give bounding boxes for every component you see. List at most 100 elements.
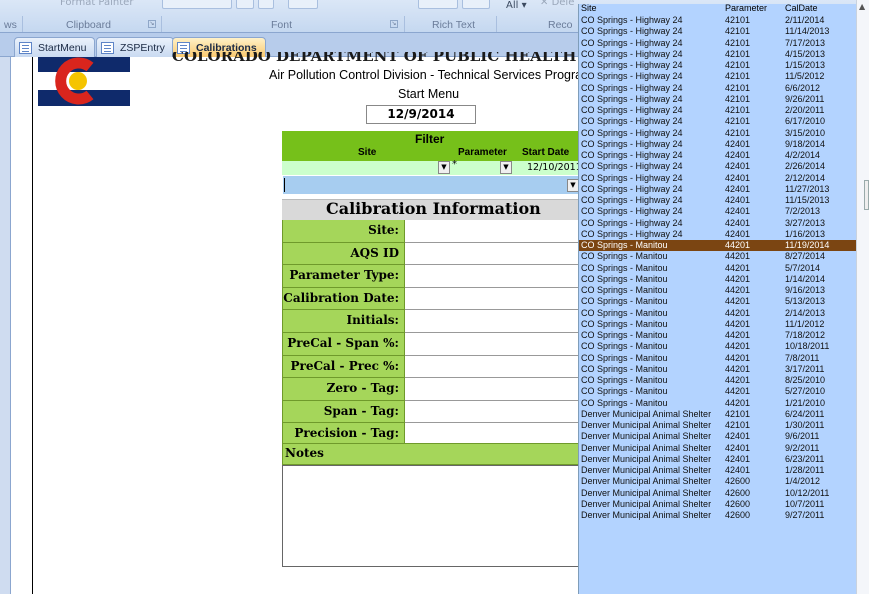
dropdown-row[interactable]: CO Springs - Manitou 44201 5/27/2010: [579, 386, 856, 397]
font-btn-ghost: [288, 0, 318, 9]
dropdown-row[interactable]: CO Springs - Manitou 44201 7/18/2012: [579, 330, 856, 341]
dropdown-row[interactable]: CO Springs - Highway 24 42101 6/17/2010: [579, 116, 856, 127]
dropdown-cell-parameter: 44201: [725, 363, 751, 374]
parameter-filter-value[interactable]: *: [452, 159, 457, 170]
vertical-scrollbar[interactable]: ▲: [856, 0, 869, 594]
start-date-filter-value[interactable]: 12/10/2011: [527, 162, 582, 173]
tab-zspentry[interactable]: ZSPEntry: [96, 37, 174, 57]
dropdown-row[interactable]: CO Springs - Highway 24 42401 1/16/2013: [579, 229, 856, 240]
scroll-up-arrow-icon[interactable]: ▲: [859, 2, 865, 11]
dropdown-cell-site: CO Springs - Highway 24: [581, 105, 683, 115]
clipboard-launcher-icon[interactable]: ↘: [148, 20, 156, 28]
dropdown-cell-parameter: 42401: [725, 442, 751, 453]
group-separator: [22, 16, 23, 32]
dropdown-cell-parameter: 42401: [725, 431, 751, 442]
dropdown-row[interactable]: CO Springs - Highway 24 42401 11/27/2013: [579, 184, 856, 195]
dropdown-row[interactable]: CO Springs - Highway 24 42401 2/26/2014: [579, 161, 856, 172]
dropdown-row[interactable]: Denver Municipal Animal Shelter 42401 9/6/…: [579, 431, 856, 442]
dropdown-header: Site Parameter CalDate: [579, 4, 856, 15]
record-dropdown-list[interactable]: Site Parameter CalDate CO Springs - High…: [578, 4, 856, 594]
dropdown-row[interactable]: CO Springs - Highway 24 42101 11/5/2012: [579, 71, 856, 82]
span-tag-field[interactable]: [405, 400, 582, 424]
dropdown-cell-site: Denver Municipal Animal Shelter: [581, 487, 712, 498]
dropdown-row[interactable]: CO Springs - Manitou 44201 7/8/2011: [579, 353, 856, 364]
dropdown-row[interactable]: CO Springs - Highway 24 42401 11/15/2013: [579, 195, 856, 206]
dropdown-cell-caldate: 5/13/2013: [785, 296, 826, 307]
delete-x-icon: ✕: [540, 0, 552, 8]
dropdown-cell-parameter: 42101: [725, 48, 751, 59]
navigation-pane-edge[interactable]: [0, 57, 11, 594]
dropdown-row[interactable]: Denver Municipal Animal Shelter 42401 6/23…: [579, 454, 856, 465]
all-dropdown[interactable]: All ▾: [506, 0, 527, 11]
field-row-calibration-date: Calibration Date:: [282, 287, 582, 311]
dropdown-row[interactable]: CO Springs - Highway 24 42401 3/27/2013: [579, 218, 856, 229]
richtext-btn-ghost: [418, 0, 458, 9]
initials-field[interactable]: [405, 310, 582, 333]
dropdown-row[interactable]: Denver Municipal Animal Shelter 42600 9/27…: [579, 510, 856, 521]
dropdown-row[interactable]: Denver Municipal Animal Shelter 42600 1/4/…: [579, 476, 856, 487]
dropdown-cell-parameter: 44201: [725, 352, 751, 363]
dropdown-cell-caldate: 2/11/2014: [785, 15, 825, 25]
precal-span-field[interactable]: [405, 332, 582, 356]
delete-button[interactable]: ✕ Dele: [540, 0, 574, 8]
dropdown-row[interactable]: CO Springs - Manitou 44201 3/17/2011: [579, 364, 856, 375]
field-label: Calibration Date:: [282, 287, 405, 311]
dropdown-row[interactable]: CO Springs - Manitou 44201 8/27/2014: [579, 251, 856, 262]
dropdown-row[interactable]: CO Springs - Manitou 44201 8/25/2010: [579, 375, 856, 386]
dropdown-row[interactable]: CO Springs - Highway 24 42401 2/12/2014: [579, 173, 856, 184]
text-cursor: [284, 178, 285, 192]
dropdown-row[interactable]: CO Springs - Highway 24 42101 2/11/2014: [579, 15, 856, 26]
dropdown-row[interactable]: CO Springs - Highway 24 42101 2/20/2011: [579, 105, 856, 116]
parameter-filter-dropdown-icon[interactable]: ▼: [500, 161, 512, 174]
dropdown-row[interactable]: Denver Municipal Animal Shelter 42101 6/24…: [579, 409, 856, 420]
dropdown-row[interactable]: CO Springs - Manitou 44201 5/13/2013: [579, 296, 856, 307]
dropdown-cell-site: CO Springs - Highway 24: [581, 127, 683, 138]
dropdown-row[interactable]: CO Springs - Manitou 44201 1/21/2010: [579, 398, 856, 409]
dropdown-row[interactable]: Denver Municipal Animal Shelter 42401 9/2/…: [579, 443, 856, 454]
field-row-precal-span: PreCal - Span %:: [282, 332, 582, 356]
precal-prec-field[interactable]: [405, 355, 582, 379]
dropdown-row[interactable]: CO Springs - Highway 24 42101 3/15/2010: [579, 128, 856, 139]
dropdown-row[interactable]: CO Springs - Highway 24 42101 4/15/2013: [579, 49, 856, 60]
site-filter-dropdown-icon[interactable]: ▼: [438, 161, 450, 174]
zero-tag-field[interactable]: [405, 378, 582, 401]
dropdown-row[interactable]: Denver Municipal Animal Shelter 42600 10/1…: [579, 488, 856, 499]
dropdown-row[interactable]: CO Springs - Manitou 44201 11/19/2014: [579, 240, 856, 252]
parameter-type-field[interactable]: [405, 265, 582, 288]
dropdown-cell-caldate: 7/18/2012: [785, 330, 826, 340]
dropdown-row[interactable]: CO Springs - Highway 24 42401 7/2/2013: [579, 206, 856, 217]
site-field[interactable]: [405, 220, 582, 243]
dropdown-row[interactable]: CO Springs - Highway 24 42101 9/26/2011: [579, 94, 856, 105]
dropdown-cell-caldate: 1/14/2014: [785, 273, 826, 284]
font-launcher-icon[interactable]: ↘: [390, 20, 398, 28]
dropdown-row[interactable]: CO Springs - Manitou 44201 10/18/2011: [579, 341, 856, 352]
dropdown-row[interactable]: CO Springs - Highway 24 42401 4/2/2014: [579, 150, 856, 161]
tab-startmenu[interactable]: StartMenu: [14, 37, 96, 57]
dropdown-row[interactable]: CO Springs - Manitou 44201 9/16/2013: [579, 285, 856, 296]
dropdown-row[interactable]: Denver Municipal Animal Shelter 42600 10/7…: [579, 499, 856, 510]
field-label: PreCal - Prec %:: [282, 355, 405, 379]
dropdown-cell-caldate: 11/15/2013: [785, 195, 830, 205]
format-painter-button[interactable]: Format Painter: [60, 0, 133, 8]
dropdown-row[interactable]: CO Springs - Manitou 44201 1/14/2014: [579, 274, 856, 285]
dropdown-cell-parameter: 42101: [725, 408, 751, 419]
aqs-id-field[interactable]: [405, 242, 582, 266]
dropdown-row[interactable]: CO Springs - Manitou 44201 11/1/2012: [579, 319, 856, 330]
notes-textarea[interactable]: [282, 465, 582, 567]
dropdown-cell-parameter: 42401: [725, 453, 751, 464]
dropdown-row[interactable]: Denver Municipal Animal Shelter 42101 1/30…: [579, 420, 856, 431]
dropdown-row[interactable]: CO Springs - Manitou 44201 5/7/2014: [579, 263, 856, 274]
field-label: AQS ID: [282, 242, 405, 266]
record-select-combo[interactable]: ▼: [282, 175, 582, 195]
dropdown-row[interactable]: CO Springs - Manitou 44201 2/14/2013: [579, 308, 856, 319]
dropdown-row[interactable]: CO Springs - Highway 24 42101 11/14/2013: [579, 26, 856, 37]
splitter-handle[interactable]: [864, 180, 869, 210]
dropdown-row[interactable]: CO Springs - Highway 24 42101 1/15/2013: [579, 60, 856, 71]
dropdown-row[interactable]: CO Springs - Highway 24 42101 7/17/2013: [579, 38, 856, 49]
dropdown-cell-caldate: 1/15/2013: [785, 60, 826, 70]
dropdown-row[interactable]: CO Springs - Highway 24 42401 9/18/2014: [579, 139, 856, 150]
dropdown-row[interactable]: CO Springs - Highway 24 42101 6/6/2012: [579, 83, 856, 94]
dropdown-row[interactable]: Denver Municipal Animal Shelter 42401 1/28…: [579, 465, 856, 476]
calibration-date-field[interactable]: [405, 287, 582, 311]
dropdown-cell-site: CO Springs - Highway 24: [581, 116, 683, 127]
